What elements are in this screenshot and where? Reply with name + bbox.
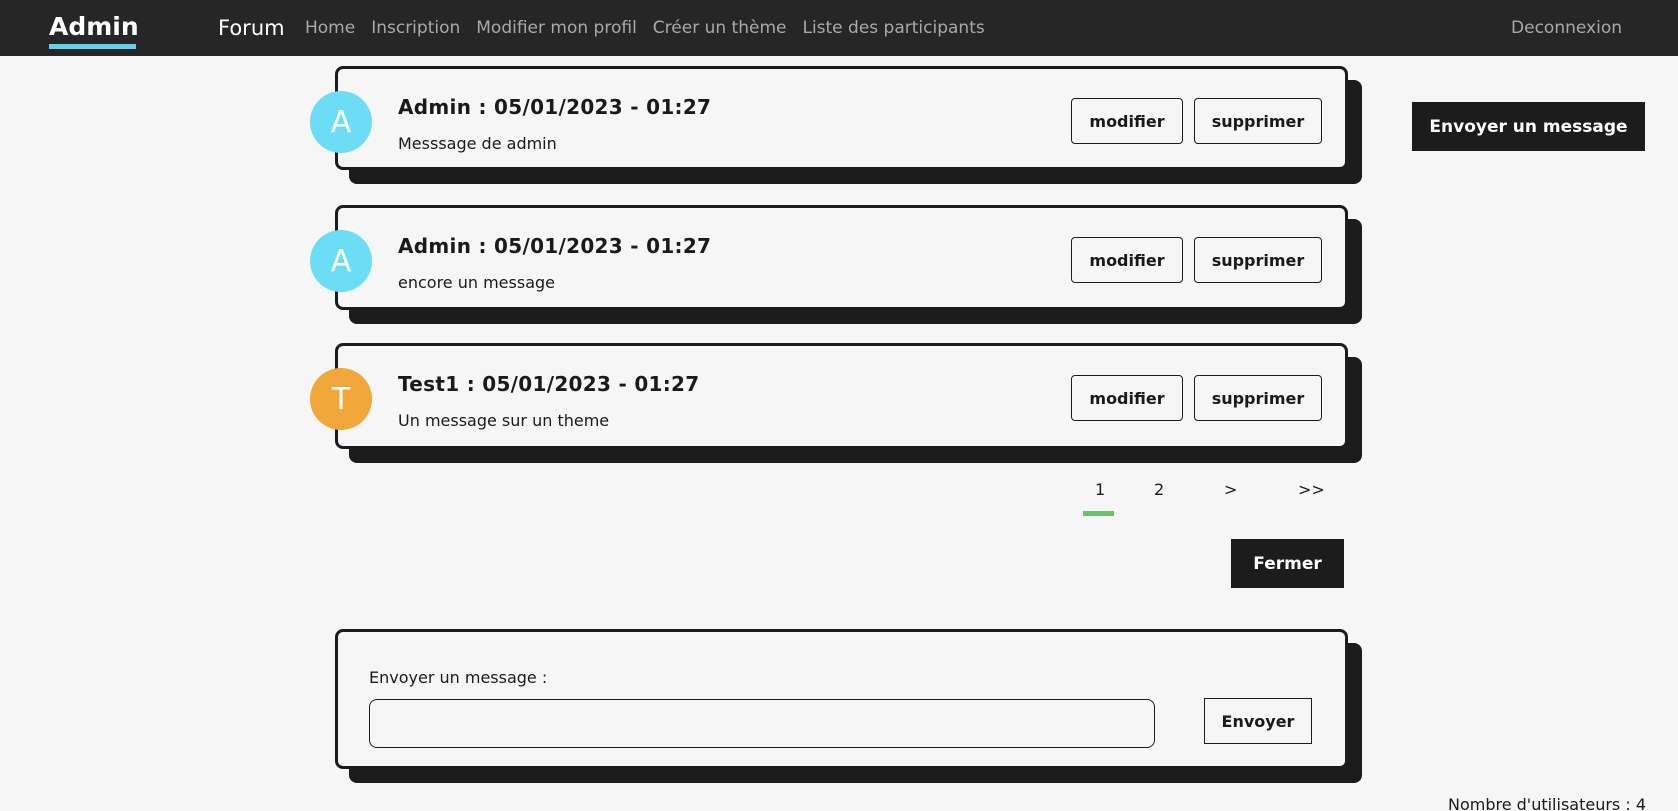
last-page-link[interactable]: >> — [1298, 480, 1325, 499]
compose-card: Envoyer un message : Envoyer — [335, 629, 1362, 783]
top-navbar: Admin Forum Home Inscription Modifier mo… — [0, 0, 1678, 56]
message-header: Test1 : 05/01/2023 - 01:27 — [398, 372, 700, 396]
avatar: A — [310, 230, 372, 292]
nav-link-participants[interactable]: Liste des participants — [802, 17, 984, 39]
forum-title[interactable]: Forum — [218, 15, 285, 41]
avatar: A — [310, 91, 372, 153]
compose-label: Envoyer un message : — [369, 668, 548, 687]
nav-link-inscription[interactable]: Inscription — [371, 17, 460, 39]
message-input[interactable] — [369, 699, 1155, 748]
message-text: Messsage de admin — [398, 134, 557, 153]
message-card-body: A Admin : 05/01/2023 - 01:27 encore un m… — [310, 205, 1348, 310]
nav-link-create-theme[interactable]: Créer un thème — [653, 17, 787, 39]
message-card-body: A Admin : 05/01/2023 - 01:27 Messsage de… — [310, 66, 1348, 170]
next-page-link[interactable]: > — [1224, 480, 1237, 499]
message-header: Admin : 05/01/2023 - 01:27 — [398, 234, 712, 258]
message-header: Admin : 05/01/2023 - 01:27 — [398, 95, 712, 119]
brand-title[interactable]: Admin — [49, 12, 139, 42]
message-text: encore un message — [398, 273, 555, 292]
nav-links: Home Inscription Modifier mon profil Cré… — [305, 17, 985, 39]
message-card: T Test1 : 05/01/2023 - 01:27 Un message … — [310, 343, 1362, 463]
send-message-button[interactable]: Envoyer un message — [1412, 102, 1645, 151]
page-link-2[interactable]: 2 — [1154, 480, 1164, 499]
user-count: Nombre d'utilisateurs : 4 — [1447, 795, 1646, 811]
nav-link-edit-profile[interactable]: Modifier mon profil — [476, 17, 637, 39]
message-card: A Admin : 05/01/2023 - 01:27 encore un m… — [310, 205, 1362, 324]
delete-message-button[interactable]: supprimer — [1194, 375, 1322, 421]
compose-card-body: Envoyer un message : Envoyer — [335, 629, 1348, 769]
logout-link[interactable]: Deconnexion — [1511, 17, 1622, 39]
avatar: T — [310, 368, 372, 430]
nav-link-home[interactable]: Home — [305, 17, 355, 39]
message-text: Un message sur un theme — [398, 411, 610, 430]
edit-message-button[interactable]: modifier — [1071, 237, 1183, 283]
page-link-1[interactable]: 1 — [1095, 480, 1105, 499]
active-page-indicator — [1083, 511, 1114, 516]
send-button[interactable]: Envoyer — [1204, 698, 1312, 744]
message-card-body: T Test1 : 05/01/2023 - 01:27 Un message … — [310, 343, 1348, 449]
delete-message-button[interactable]: supprimer — [1194, 237, 1322, 283]
edit-message-button[interactable]: modifier — [1071, 98, 1183, 144]
brand-underline — [49, 44, 136, 49]
message-card: A Admin : 05/01/2023 - 01:27 Messsage de… — [310, 66, 1362, 184]
close-button[interactable]: Fermer — [1231, 539, 1344, 588]
delete-message-button[interactable]: supprimer — [1194, 98, 1322, 144]
edit-message-button[interactable]: modifier — [1071, 375, 1183, 421]
